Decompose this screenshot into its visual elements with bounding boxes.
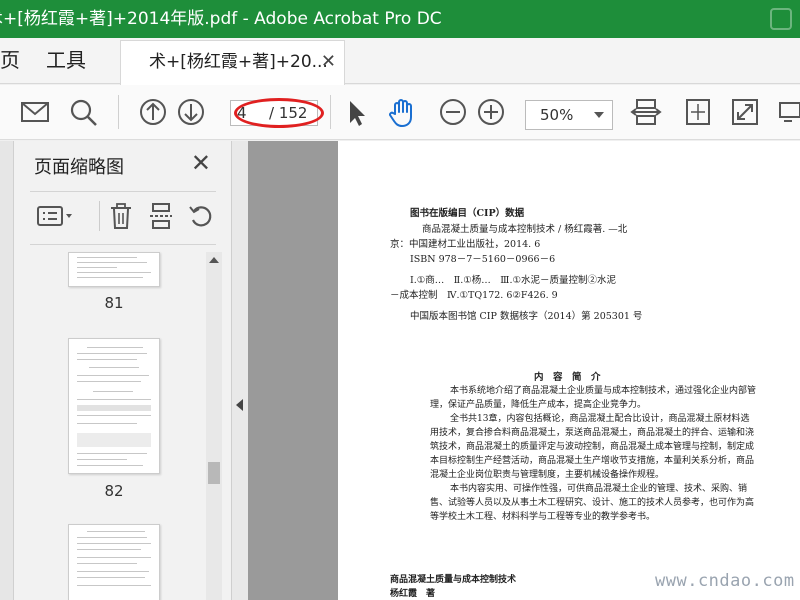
document-tab[interactable]: 术+[杨红霞+著]+20... ✕ [120,40,345,85]
zoom-out-icon[interactable] [435,95,471,129]
panel-divider [30,244,216,245]
full-screen-icon[interactable] [727,95,763,129]
page-thumbnail[interactable] [68,252,160,287]
panel-separator [99,201,100,231]
document-page: 图书在版编目（CIP）数据 商品混凝土质量与成本控制技术 / 杨红霞著. —北 … [338,141,800,600]
delete-page-icon[interactable] [106,201,136,231]
summary-line: 用技术，复合掺合料商品混凝土，泵送商品混凝土，商品混凝土的拌合、运输和浇 [430,428,755,438]
summary-line: 筑技术，商品混凝土的质量评定与波动控制，商品混凝土成本管理与控制，制定成 [430,442,755,452]
thumbnail-page-number: 81 [104,294,124,312]
tab-bar: 页 工具 术+[杨红霞+著]+20... ✕ [0,38,800,85]
watermark-logo-icon [770,8,792,30]
panel-divider [30,191,216,192]
chevron-down-icon [594,112,604,118]
summary-line: 等学校土木工程、材料科学与工程等专业的教学参考书。 [430,512,656,522]
window-title: 术+[杨红霞+著]+2014年版.pdf - Adobe Acrobat Pro… [0,9,442,29]
page-thumbnails-panel: 页面缩略图 ✕ 81 82 [14,141,232,600]
summary-line: 本目标控制生产经营活动，商品混凝土生产增收节支措施，本量利关系分析，商品 [430,456,755,466]
navigation-strip [0,141,14,600]
scrollbar-thumb[interactable] [208,462,220,484]
book-title: 商品混凝土质量与成本控制技术 [390,575,517,585]
summary-line: 全书共13章，内容包括概论，商品混凝土配合比设计，商品混凝土原材料选 [450,414,750,424]
zoom-level-value: 50% [540,106,574,124]
panel-splitter[interactable] [232,141,248,600]
document-tab-label: 术+[杨红霞+著]+20... [149,52,328,72]
zoom-level-dropdown[interactable]: 50% [525,100,613,130]
toolbar: 4 / 152 50% [0,85,800,140]
previous-page-icon[interactable] [135,95,171,129]
fit-width-icon[interactable] [628,95,664,129]
summary-line: 本书系统地介绍了商品混凝土企业质量与成本控制技术，通过强化企业内部管 [450,386,757,396]
more-tools-icon[interactable] [772,95,800,129]
fit-page-icon[interactable] [680,95,716,129]
book-author: 杨红霞 著 [390,589,436,599]
cip-line: －成本控制 Ⅳ.①TQ172. 6②F426. 9 [390,290,558,301]
page-thumbnail[interactable] [68,338,160,474]
toolbar-separator [118,95,119,129]
hand-tool-icon[interactable] [385,95,421,129]
cip-line: Ⅰ.①商… Ⅱ.①杨… Ⅲ.①水泥－质量控制②水泥 [410,275,616,286]
scroll-up-icon[interactable] [209,257,219,263]
close-tab-icon[interactable]: ✕ [321,41,336,83]
cip-line: 商品混凝土质量与成本控制技术 / 杨红霞著. —北 [422,224,628,235]
close-panel-icon[interactable]: ✕ [191,149,211,177]
tab-home[interactable]: 页 [0,38,20,84]
cip-line: 中国版本图书馆 CIP 数据核字（2014）第 205301 号 [410,311,643,322]
toolbar-separator [330,95,331,129]
page-thumbnail[interactable] [68,524,160,600]
rotate-page-icon[interactable] [186,201,216,231]
annotation-circle [234,98,324,128]
select-cursor-icon[interactable] [338,95,374,129]
next-page-icon[interactable] [173,95,209,129]
summary-line: 混凝土企业岗位职责与管理制度，主要机械设备操作规程。 [430,470,665,480]
cip-title: 图书在版编目（CIP）数据 [410,208,525,219]
collapse-panel-icon[interactable] [236,399,243,411]
insert-pages-icon[interactable] [146,201,176,231]
summary-line: 售、试验等人员以及从事土木工程研究、设计、施工的技术人员参考，也可作为高 [430,498,755,508]
email-icon[interactable] [17,95,53,129]
summary-heading: 内 容 简 介 [534,372,601,383]
options-menu-icon[interactable] [36,201,76,231]
search-icon[interactable] [66,95,102,129]
zoom-in-icon[interactable] [473,95,509,129]
tab-tools[interactable]: 工具 [46,38,86,84]
panel-title: 页面缩略图 [34,157,124,178]
summary-line: 本书内容实用、可操作性强，可供商品混凝土企业的管理、技术、采购、销 [450,484,748,494]
cip-line: ISBN 978－7－5160－0966－6 [410,254,556,265]
cip-line: 京：中国建材工业出版社，2014. 6 [390,239,541,250]
thumbnail-page-number: 82 [104,482,124,500]
thumbnail-scrollbar[interactable] [206,252,222,600]
site-watermark: www.cndao.com [655,571,795,591]
title-bar: 术+[杨红霞+著]+2014年版.pdf - Adobe Acrobat Pro… [0,0,800,38]
summary-line: 理，保证产品质量，降低生产成本，提高企业竞争力。 [430,400,647,410]
